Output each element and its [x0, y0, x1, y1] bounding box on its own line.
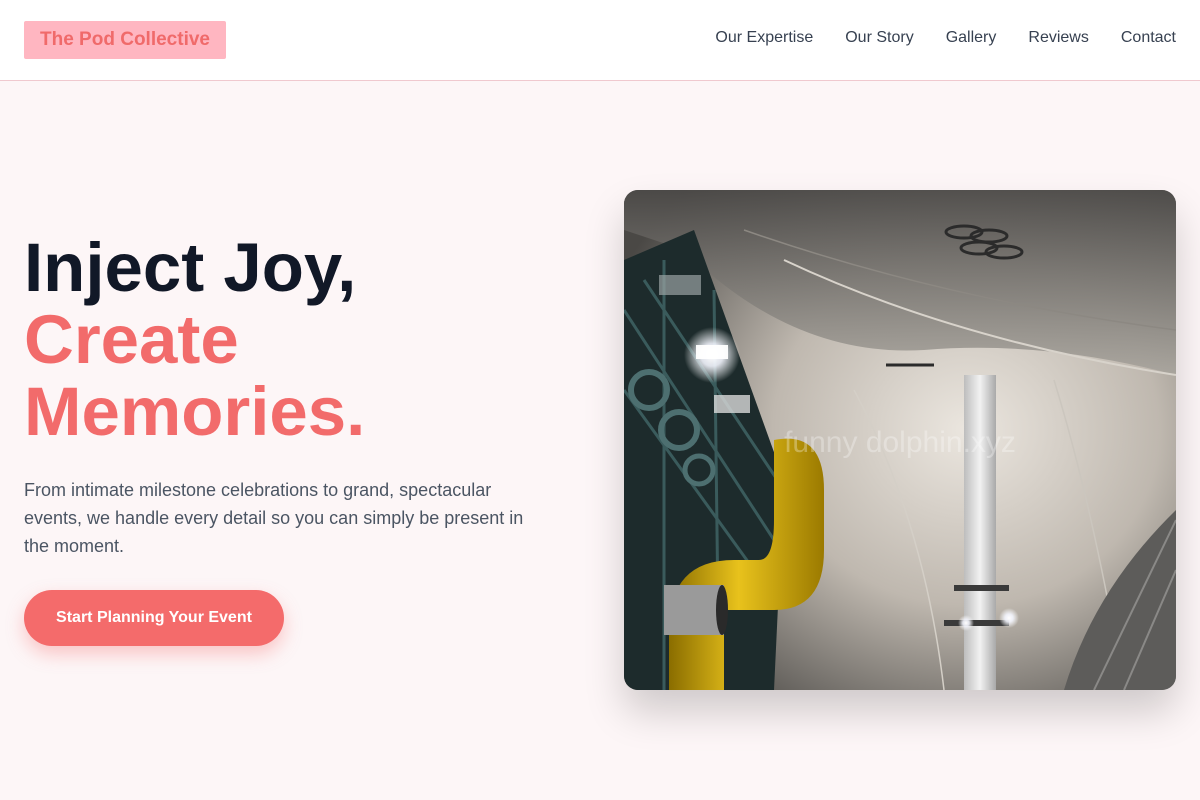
site-header: The Pod Collective Our Expertise Our Sto…: [0, 0, 1200, 81]
hero-image: funny dolphin.xyz: [624, 190, 1176, 690]
site-logo[interactable]: The Pod Collective: [24, 21, 226, 59]
hero-description: From intimate milestone celebrations to …: [24, 480, 524, 556]
nav-our-expertise[interactable]: Our Expertise: [715, 28, 813, 48]
main-nav: Our Expertise Our Story Gallery Reviews …: [715, 28, 1176, 48]
nav-reviews[interactable]: Reviews: [1028, 28, 1088, 48]
headline-line-3: Memories.: [24, 373, 366, 450]
nav-gallery[interactable]: Gallery: [946, 28, 997, 48]
nav-our-story[interactable]: Our Story: [845, 28, 913, 48]
headline-line-2: Create: [24, 301, 239, 378]
hero-photo-illustration: funny dolphin.xyz: [624, 190, 1176, 690]
headline-line-1: Inject Joy,: [24, 229, 357, 306]
image-watermark: funny dolphin.xyz: [784, 426, 1016, 459]
hero-headline: Inject Joy, Create Memories.: [24, 232, 564, 448]
start-planning-button[interactable]: Start Planning Your Event: [24, 590, 284, 646]
hero-text: Inject Joy, Create Memories. From intima…: [24, 232, 564, 560]
nav-contact[interactable]: Contact: [1121, 28, 1176, 48]
